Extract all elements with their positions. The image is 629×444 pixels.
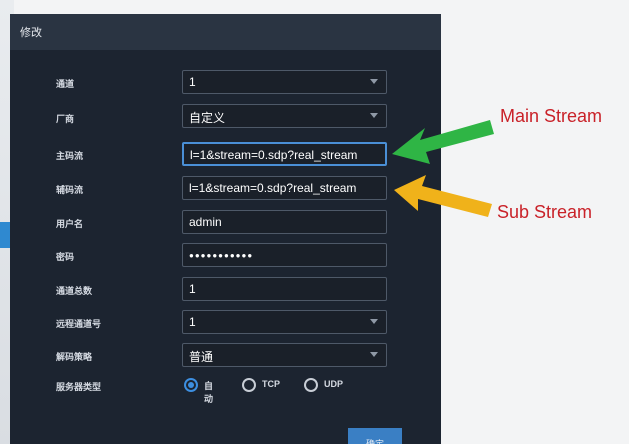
- sub-stream-arrow: [394, 175, 492, 217]
- main-stream-annotation: Main Stream: [500, 106, 603, 126]
- sub-stream-annotation: Sub Stream: [497, 202, 593, 222]
- main-stream-arrow: [392, 120, 494, 164]
